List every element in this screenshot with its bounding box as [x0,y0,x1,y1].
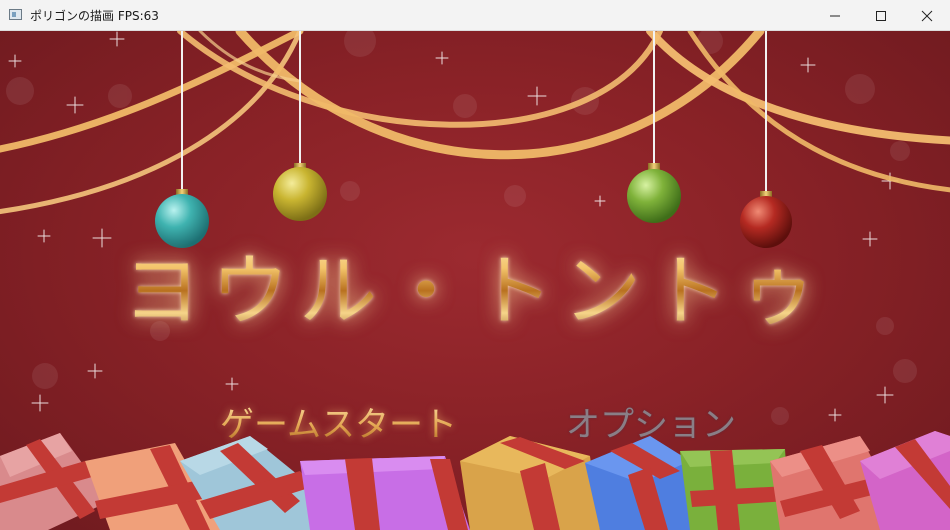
ornaments [155,31,792,248]
close-button[interactable] [904,0,950,31]
game-window: ポリゴンの描画 FPS:63 ヨウル・トントゥ ゲームスタート オプション [0,0,950,530]
options-menu-item[interactable]: オプション [566,397,736,446]
game-start-menu-item[interactable]: ゲームスタート [220,397,457,446]
gift-boxes [0,431,950,530]
game-title: ヨウル・トントゥ [0,229,950,341]
app-icon [9,9,22,20]
green-ornament [627,169,681,223]
game-scene[interactable]: ヨウル・トントゥ ゲームスタート オプション [0,31,950,530]
minimize-icon [830,15,840,17]
minimize-button[interactable] [812,0,858,31]
title-bar[interactable]: ポリゴンの描画 FPS:63 [0,0,950,31]
maximize-icon [876,11,886,21]
yellow-ornament [273,167,327,221]
maximize-button[interactable] [858,0,904,31]
window-title: ポリゴンの描画 FPS:63 [30,9,159,23]
close-icon [921,10,933,22]
